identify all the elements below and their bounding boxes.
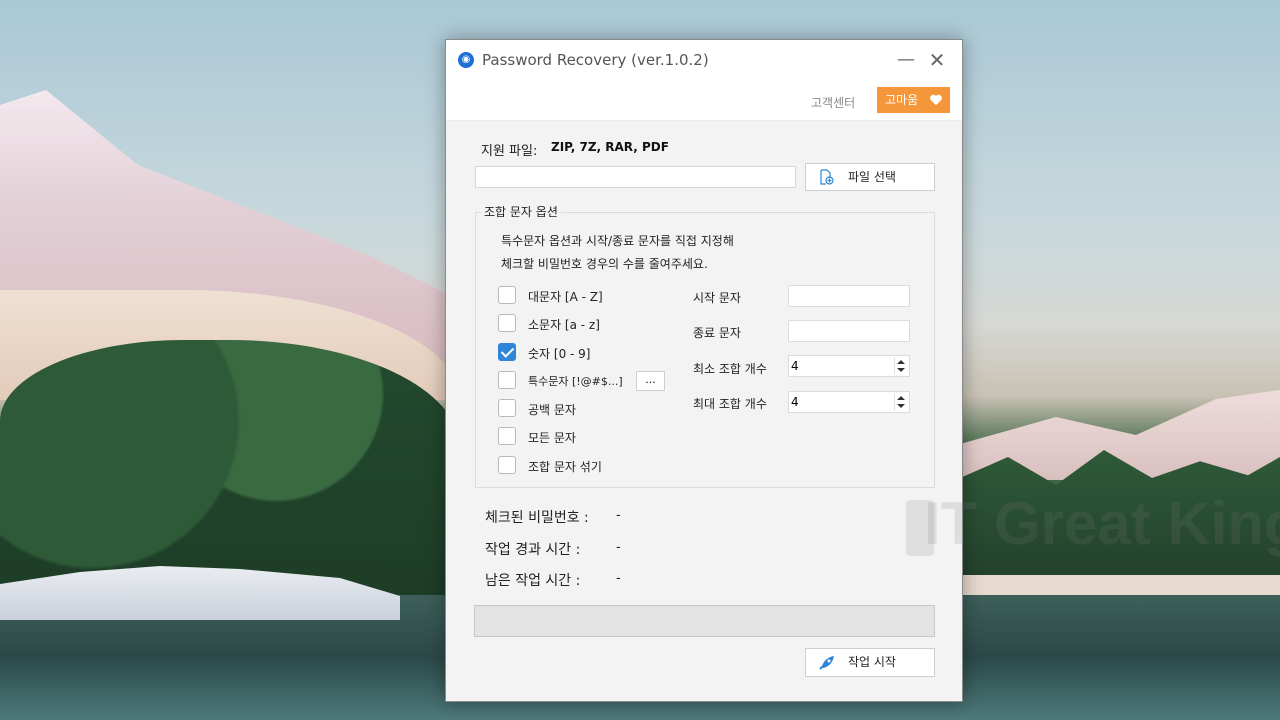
header-bar: 고객센터 고마움 (446, 82, 962, 121)
checkbox-special-label: 특수문자 [!@#$...] (528, 375, 623, 388)
special-chars-button[interactable]: ... (636, 371, 665, 391)
min-count-arrows[interactable] (894, 357, 908, 375)
min-count-stepper[interactable]: 4 (788, 355, 910, 377)
heart-icon (930, 94, 942, 106)
checked-passwords-label: 체크된 비밀번호 : (485, 510, 589, 526)
start-char-input[interactable] (788, 285, 910, 307)
min-count-value: 4 (791, 359, 799, 373)
max-count-arrows[interactable] (894, 393, 908, 411)
checkbox-lowercase-box[interactable] (498, 314, 516, 332)
rocket-icon (819, 656, 834, 670)
checkbox-space-box[interactable] (498, 399, 516, 417)
checkbox-uppercase-box[interactable] (498, 286, 516, 304)
end-char-label: 종료 문자 (693, 326, 741, 340)
checkbox-shuffle-box[interactable] (498, 456, 516, 474)
progress-bar (474, 605, 935, 637)
supported-files-value: ZIP, 7Z, RAR, PDF (551, 140, 669, 154)
max-count-stepper[interactable]: 4 (788, 391, 910, 413)
thanks-button-label: 고마움 (885, 93, 919, 107)
spin-down-icon[interactable] (897, 404, 905, 408)
supported-files-label: 지원 파일: (481, 144, 538, 159)
elapsed-time-value: - (616, 540, 621, 555)
checkbox-lowercase-label: 소문자 [a - z] (528, 318, 600, 332)
min-count-label: 최소 조합 개수 (693, 362, 767, 376)
title-bar[interactable]: ◉ Password Recovery (ver.1.0.2) — ✕ (446, 40, 962, 82)
remaining-time-label: 남은 작업 시간 : (485, 573, 581, 589)
select-file-button[interactable]: 파일 선택 (805, 163, 935, 191)
checkbox-special-box[interactable] (498, 371, 516, 389)
checkbox-all-chars-box[interactable] (498, 427, 516, 445)
start-job-button[interactable]: 작업 시작 (805, 648, 935, 677)
app-logo-icon: ◉ (458, 52, 474, 68)
end-char-input[interactable] (788, 320, 910, 342)
checked-passwords-value: - (616, 508, 621, 523)
select-file-label: 파일 선택 (848, 170, 896, 184)
options-description-line1: 특수문자 옵션과 시작/종료 문자를 직접 지정해 (501, 234, 734, 248)
remaining-time-value: - (616, 571, 621, 586)
spin-up-icon[interactable] (897, 396, 905, 400)
options-description-line2: 체크할 비밀번호 경우의 수를 줄여주세요. (501, 257, 708, 271)
window-title: Password Recovery (ver.1.0.2) (482, 51, 709, 69)
max-count-label: 최대 조합 개수 (693, 397, 767, 411)
checkbox-shuffle-label: 조합 문자 섞기 (528, 460, 602, 474)
watermark-text: IT Great King (924, 490, 1280, 557)
add-file-icon (820, 169, 834, 185)
close-button[interactable]: ✕ (926, 48, 948, 72)
spin-down-icon[interactable] (897, 368, 905, 372)
elapsed-time-label: 작업 경과 시간 : (485, 542, 581, 558)
checkbox-space-label: 공백 문자 (528, 403, 576, 417)
checkbox-digits-label: 숫자 [0 - 9] (528, 347, 591, 361)
checkbox-all-chars-label: 모든 문자 (528, 431, 576, 445)
spin-up-icon[interactable] (897, 360, 905, 364)
start-job-label: 작업 시작 (848, 655, 896, 669)
thanks-button[interactable]: 고마움 (877, 87, 950, 113)
password-recovery-window: ◉ Password Recovery (ver.1.0.2) — ✕ 고객센터… (445, 39, 1280, 702)
combination-options-title: 조합 문자 옵션 (481, 203, 561, 220)
customer-center-link[interactable]: 고객센터 (811, 94, 855, 111)
minimize-button[interactable]: — (896, 48, 916, 72)
start-char-label: 시작 문자 (693, 291, 741, 305)
file-path-field[interactable] (475, 166, 796, 188)
checkbox-digits-box[interactable] (498, 343, 516, 361)
max-count-value: 4 (791, 395, 799, 409)
checkbox-uppercase-label: 대문자 [A - Z] (528, 290, 603, 304)
